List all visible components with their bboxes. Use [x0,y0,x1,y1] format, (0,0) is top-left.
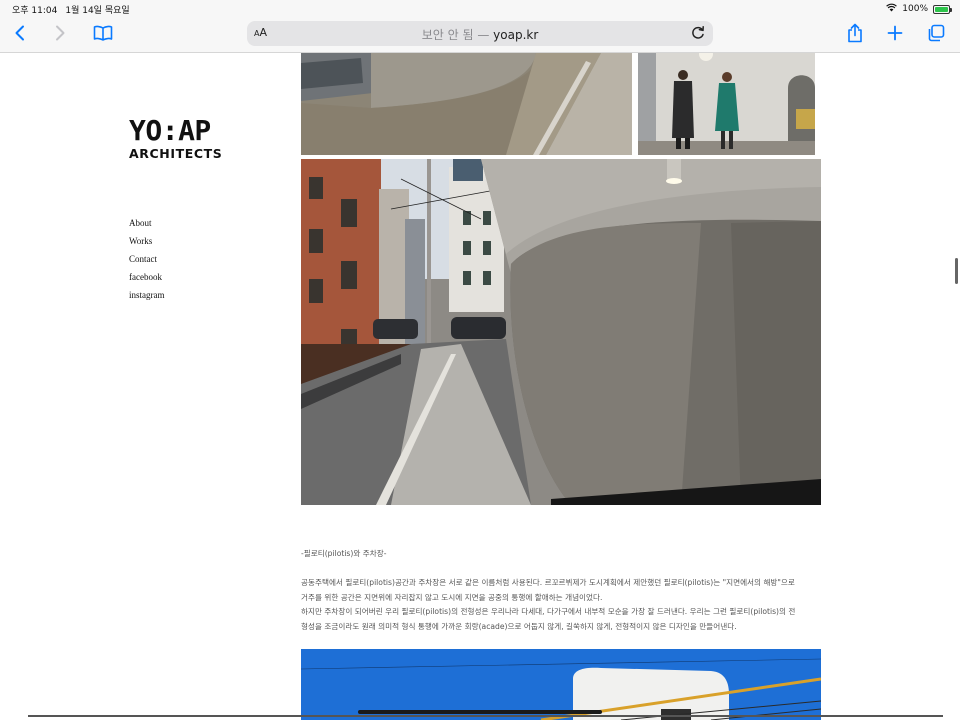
new-tab-icon [887,25,903,45]
bookmarks-icon [93,25,113,45]
article-line: 공동주택에서 필로티(pilotis)공간과 주차장은 서로 같은 이름처럼 사… [301,578,795,587]
nav-works[interactable]: Works [129,232,165,250]
status-bar: 오후 11:04 1월 14일 목요일 100% [0,0,960,18]
scroll-indicator[interactable] [955,258,958,284]
nav-about[interactable]: About [129,214,165,232]
battery-percent: 100% [902,4,928,14]
tabs-icon [927,24,945,46]
wifi-icon [886,3,898,15]
logo-wordmark: YO:AP [129,114,211,147]
bottom-divider [28,715,943,717]
article-paragraph: 공동주택에서 필로티(pilotis)공간과 주차장은 서로 같은 이름처럼 사… [301,576,821,634]
address-separator: — [473,28,494,42]
home-indicator[interactable] [358,710,602,714]
address-text: 보안 안 됨 — yoap.kr [247,26,713,43]
tabs-button[interactable] [923,22,949,48]
share-icon [847,23,863,47]
status-time: 오후 11:04 [12,6,58,16]
project-photo-pilotis-street[interactable] [301,159,821,505]
back-button[interactable] [7,22,33,48]
new-tab-button[interactable] [882,22,908,48]
forward-button[interactable] [47,22,73,48]
bookmarks-button[interactable] [90,22,116,48]
nav-instagram[interactable]: instagram [129,286,165,304]
reload-icon [689,26,707,46]
browser-toolbar: AA 보안 안 됨 — yoap.kr [0,18,960,53]
article-line: 하지만 주차장이 되어버린 우리 필로티(pilotis)의 전형성은 우리나라… [301,607,796,616]
project-photo-architects[interactable] [638,53,815,155]
nav-contact[interactable]: Contact [129,250,165,268]
site-nav: About Works Contact facebook instagram [129,214,165,304]
project-photo-concrete-ramp[interactable] [301,53,632,155]
share-button[interactable] [842,22,868,48]
forward-icon [54,25,66,45]
status-date: 1월 14일 목요일 [65,6,130,16]
article-body: -필로티(pilotis)와 주차장- 공동주택에서 필로티(pilotis)공… [301,548,821,634]
article-line: 형성을 조금이라도 원래 의미적 형식 통행에 가까운 회랑(acade)으로 … [301,621,737,631]
reload-button[interactable] [689,24,707,42]
domain-label: yoap.kr [493,28,539,42]
logo-subtitle: ARCHITECTS [129,146,223,161]
site-logo[interactable]: YO:AP ARCHITECTS [129,117,239,163]
article-subtitle: -필로티(pilotis)와 주차장- [301,549,387,558]
article-line: 거주를 위한 공간은 지면위에 자리잡지 않고 도시에 지면을 공중의 통행에 … [301,592,603,602]
address-bar[interactable]: AA 보안 안 됨 — yoap.kr [247,21,713,46]
nav-facebook[interactable]: facebook [129,268,165,286]
security-label: 보안 안 됨 [421,28,474,42]
back-icon [14,25,26,45]
battery-icon [933,4,952,14]
